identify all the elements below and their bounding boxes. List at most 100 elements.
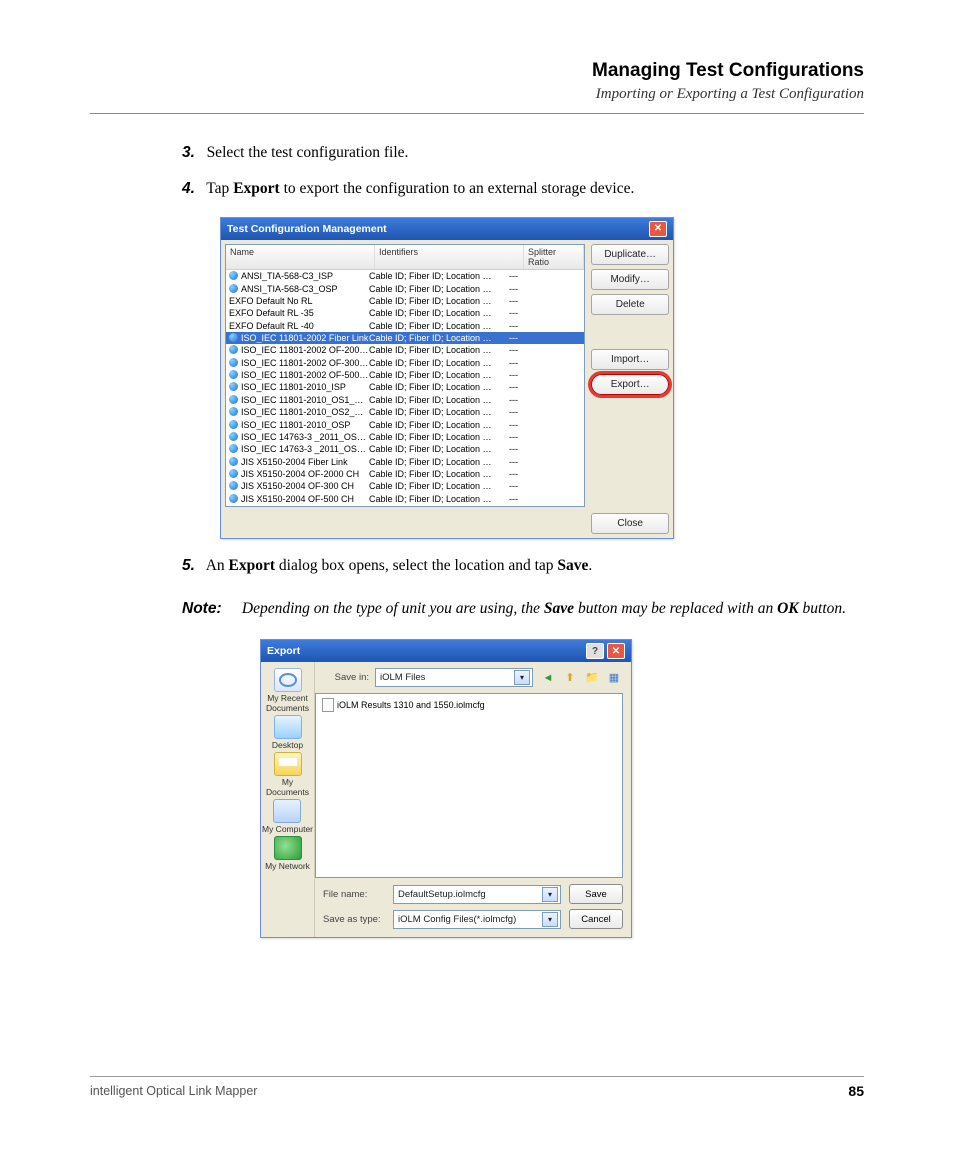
table-row[interactable]: Mod ISO_IEC 11801-2010 Conn …Cable ID; F…	[226, 505, 584, 506]
chevron-down-icon: ▾	[542, 887, 558, 902]
table-row[interactable]: ISO_IEC 11801-2010_ISPCable ID; Fiber ID…	[226, 381, 584, 393]
step-text: An	[206, 557, 229, 574]
table-row[interactable]: ANSI_TIA-568-C3_ISPCable ID; Fiber ID; L…	[226, 270, 584, 282]
col-name[interactable]: Name	[226, 245, 375, 270]
globe-icon	[229, 432, 238, 441]
file-list[interactable]: iOLM Results 1310 and 1550.iolmcfg	[315, 693, 623, 878]
table-row[interactable]: ANSI_TIA-568-C3_OSPCable ID; Fiber ID; L…	[226, 283, 584, 295]
globe-icon	[229, 284, 238, 293]
filetype-combo[interactable]: iOLM Config Files(*.iolmcfg) ▾	[393, 910, 561, 929]
table-row[interactable]: ISO_IEC 14763-3 _2011_OS1_OMxCable ID; F…	[226, 431, 584, 443]
config-grid[interactable]: Name Identifiers Splitter Ratio ANSI_TIA…	[225, 244, 585, 508]
up-icon[interactable]: ⬆	[561, 669, 579, 687]
table-row[interactable]: ISO_IEC 11801-2002 OF-2000 CHCable ID; F…	[226, 344, 584, 356]
step-bold: Save	[557, 557, 588, 574]
page-number: 85	[848, 1083, 864, 1099]
close-button[interactable]: Close	[591, 513, 669, 534]
desktop-icon	[274, 715, 302, 739]
filetype-value: iOLM Config Files(*.iolmcfg)	[398, 914, 516, 925]
step-3: 3. Select the test configuration file.	[182, 140, 864, 166]
header-rule	[90, 113, 864, 114]
globe-icon	[229, 382, 238, 391]
import-button[interactable]: Import…	[591, 349, 669, 370]
chevron-down-icon: ▾	[514, 670, 530, 685]
section-title: Importing or Exporting a Test Configurat…	[90, 86, 864, 103]
table-row[interactable]: ISO_IEC 11801-2002 Fiber LinkCable ID; F…	[226, 332, 584, 344]
help-icon[interactable]: ?	[586, 643, 604, 659]
table-row[interactable]: EXFO Default RL -35Cable ID; Fiber ID; L…	[226, 307, 584, 319]
recent-icon	[274, 668, 302, 692]
step-number: 3.	[182, 144, 195, 161]
list-item[interactable]: iOLM Results 1310 and 1550.iolmcfg	[322, 698, 616, 712]
col-identifiers[interactable]: Identifiers	[375, 245, 524, 270]
table-row[interactable]: ISO_IEC 11801-2002 OF-500 CHCable ID; Fi…	[226, 369, 584, 381]
place-network[interactable]: My Network	[265, 836, 310, 871]
delete-button[interactable]: Delete	[591, 294, 669, 315]
table-row[interactable]: EXFO Default RL -40Cable ID; Fiber ID; L…	[226, 320, 584, 332]
place-documents[interactable]: My Documents	[261, 752, 314, 797]
table-row[interactable]: JIS X5150-2004 Fiber LinkCable ID; Fiber…	[226, 456, 584, 468]
table-row[interactable]: ISO_IEC 14763-3 _2011_OS2_OMxCable ID; F…	[226, 443, 584, 455]
col-splitter[interactable]: Splitter Ratio	[524, 245, 584, 270]
table-row[interactable]: EXFO Default No RLCable ID; Fiber ID; Lo…	[226, 295, 584, 307]
dialog-title: Test Configuration Management	[227, 223, 387, 235]
globe-icon	[229, 407, 238, 416]
documents-icon	[274, 752, 302, 776]
step-4: 4. Tap Export to export the configuratio…	[182, 176, 864, 202]
table-row[interactable]: ISO_IEC 11801-2010_OS1_OMxCable ID; Fibe…	[226, 394, 584, 406]
note: Note: Depending on the type of unit you …	[182, 597, 864, 621]
step-text: to export the configuration to an extern…	[280, 180, 635, 197]
filetype-label: Save as type:	[323, 914, 385, 925]
footer-product: intelligent Optical Link Mapper	[90, 1084, 257, 1098]
export-button[interactable]: Export…	[591, 374, 669, 395]
chevron-down-icon: ▾	[542, 912, 558, 927]
table-row[interactable]: ISO_IEC 11801-2010_OSPCable ID; Fiber ID…	[226, 419, 584, 431]
note-body: Depending on the type of unit you are us…	[242, 597, 854, 621]
table-row[interactable]: ISO_IEC 11801-2010_OS2_OMxCable ID; Fibe…	[226, 406, 584, 418]
modify-button[interactable]: Modify…	[591, 269, 669, 290]
place-desktop[interactable]: Desktop	[272, 715, 303, 750]
computer-icon	[273, 799, 301, 823]
cancel-button[interactable]: Cancel	[569, 909, 623, 929]
dialog-titlebar: Export ? ✕	[261, 640, 631, 662]
network-icon	[274, 836, 302, 860]
filename-input[interactable]: DefaultSetup.iolmcfg ▾	[393, 885, 561, 904]
close-icon[interactable]: ✕	[649, 221, 667, 237]
views-icon[interactable]: ▦	[605, 669, 623, 687]
back-icon[interactable]: ◄	[539, 669, 557, 687]
step-text: .	[588, 557, 592, 574]
globe-icon	[229, 370, 238, 379]
place-computer[interactable]: My Computer	[262, 799, 313, 834]
globe-icon	[229, 395, 238, 404]
save-in-value: iOLM Files	[380, 672, 425, 683]
duplicate-button[interactable]: Duplicate…	[591, 244, 669, 265]
step-bold: Export	[229, 557, 276, 574]
globe-icon	[229, 333, 238, 342]
save-in-combo[interactable]: iOLM Files ▾	[375, 668, 533, 687]
step-number: 5.	[182, 557, 195, 574]
filename-label: File name:	[323, 889, 385, 900]
table-row[interactable]: ISO_IEC 11801-2002 OF-300 CHCable ID; Fi…	[226, 357, 584, 369]
step-number: 4.	[182, 180, 195, 197]
dialog-titlebar: Test Configuration Management ✕	[221, 218, 673, 240]
step-text: Tap	[206, 180, 233, 197]
close-icon[interactable]: ✕	[607, 643, 625, 659]
places-bar: My Recent Documents Desktop My Documents…	[261, 662, 314, 937]
note-label: Note:	[182, 597, 238, 621]
save-button[interactable]: Save	[569, 884, 623, 904]
globe-icon	[229, 494, 238, 503]
step-text: dialog box opens, select the location an…	[275, 557, 557, 574]
table-row[interactable]: JIS X5150-2004 OF-300 CHCable ID; Fiber …	[226, 480, 584, 492]
globe-icon	[229, 420, 238, 429]
new-folder-icon[interactable]: 📁	[583, 669, 601, 687]
globe-icon	[229, 469, 238, 478]
step-5: 5. An Export dialog box opens, select th…	[182, 553, 864, 579]
place-recent[interactable]: My Recent Documents	[261, 668, 314, 713]
filename-value: DefaultSetup.iolmcfg	[398, 889, 486, 900]
globe-icon	[229, 457, 238, 466]
globe-icon	[229, 481, 238, 490]
table-row[interactable]: JIS X5150-2004 OF-500 CHCable ID; Fiber …	[226, 493, 584, 505]
chapter-title: Managing Test Configurations	[90, 60, 864, 82]
table-row[interactable]: JIS X5150-2004 OF-2000 CHCable ID; Fiber…	[226, 468, 584, 480]
save-in-label: Save in:	[323, 672, 369, 683]
